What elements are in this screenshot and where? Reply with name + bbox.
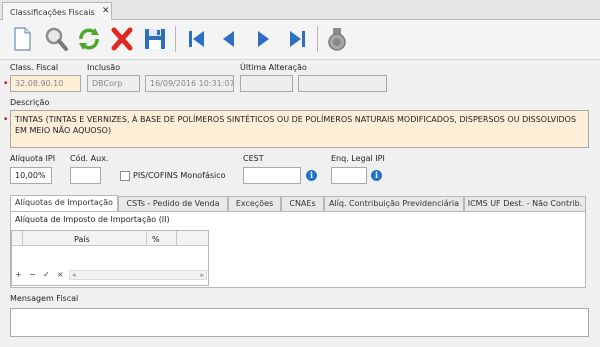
first-record-button[interactable] (183, 25, 211, 53)
grid-header: País % (12, 231, 208, 246)
inclusao-user-field: DBCorp (87, 75, 140, 92)
column-separator (146, 231, 147, 246)
aliquota-ipi-label: Alíquota IPI (10, 154, 56, 163)
required-marker: • (3, 115, 9, 125)
tab-icms-uf-dest[interactable]: ICMS UF Dest. - Não Contrib. (464, 196, 586, 211)
tab-excecoes[interactable]: Exceções (228, 196, 281, 211)
ultima-alteracao-datetime-field (298, 75, 387, 92)
cancel-row-button[interactable]: × (57, 270, 64, 279)
panel-title: Alíquota de Imposto de Importação (II) (15, 215, 170, 224)
cancel-icon (328, 28, 346, 51)
previous-record-button[interactable] (215, 25, 243, 53)
tab-csts-pedido-venda[interactable]: CSTs - Pedido de Venda (118, 196, 228, 211)
info-icon[interactable]: i (306, 170, 317, 181)
delete-button[interactable] (108, 25, 136, 53)
remove-row-button[interactable]: − (29, 270, 36, 279)
mensagem-fiscal-field[interactable] (10, 308, 589, 337)
last-record-icon (290, 31, 305, 47)
class-fiscal-label: Class. Fiscal (10, 63, 59, 72)
enq-legal-ipi-label: Enq. Legal IPI (331, 154, 385, 163)
toolbar-separator (317, 26, 318, 52)
document-tab-label: Classificações Fiscais (10, 8, 95, 17)
descricao-field[interactable]: TINTAS (TINTAS E VERNIZES, À BASE DE POL… (10, 110, 589, 148)
pis-cofins-checkbox[interactable] (120, 171, 130, 181)
pis-cofins-label: PIS/COFINS Monofásico (133, 171, 226, 180)
info-icon[interactable]: i (371, 170, 382, 181)
descricao-label: Descrição (10, 98, 50, 107)
confirm-row-button[interactable]: ✓ (43, 270, 50, 279)
column-separator (176, 231, 177, 246)
refresh-button[interactable] (75, 25, 103, 53)
tab-cnaes[interactable]: CNAEs (281, 196, 324, 211)
column-header-percent[interactable]: % (152, 235, 160, 244)
scroll-left-icon[interactable]: ◂ (72, 271, 76, 279)
ultima-alteracao-user-field (240, 75, 293, 92)
previous-record-icon (223, 31, 234, 47)
close-icon[interactable]: ✕ (102, 6, 110, 16)
inclusao-label: Inclusão (87, 63, 121, 72)
add-row-button[interactable]: + (15, 270, 22, 279)
search-button[interactable] (42, 25, 70, 53)
grid-scrollbar[interactable]: ◂ ▸ (69, 270, 207, 280)
ultima-alteracao-label: Última Alteração (240, 63, 307, 72)
tab-aliquotas-importacao[interactable]: Alíquotas de Importação (10, 195, 118, 212)
class-fiscal-field[interactable]: 32.08.90.10 (10, 75, 81, 92)
delete-icon (111, 27, 133, 51)
cest-field[interactable] (243, 167, 301, 184)
new-document-icon (14, 27, 31, 51)
cod-aux-label: Cód. Aux. (70, 154, 109, 163)
mensagem-fiscal-label: Mensagem Fiscal (10, 294, 79, 303)
save-button[interactable] (141, 25, 169, 53)
next-record-icon (258, 31, 269, 47)
inclusao-datetime-field: 16/09/2016 10:31:07 (145, 75, 234, 92)
next-record-button[interactable] (249, 25, 277, 53)
floppy-disk-icon (145, 29, 165, 49)
toolbar-separator (175, 26, 176, 52)
enq-legal-ipi-field[interactable] (331, 167, 367, 184)
cod-aux-field[interactable] (70, 167, 101, 184)
column-header-pais[interactable]: País (74, 235, 90, 244)
required-marker: • (3, 79, 9, 89)
cancel-button[interactable] (323, 25, 351, 53)
last-record-button[interactable] (283, 25, 311, 53)
tab-aliq-contribuicao-previdenciaria[interactable]: Alíq. Contribuição Previdenciária (324, 196, 464, 211)
refresh-icon (79, 28, 99, 50)
first-record-icon (189, 31, 204, 47)
document-tab[interactable]: Classificações Fiscais ✕ (2, 2, 112, 21)
new-document-button[interactable] (8, 25, 36, 53)
aliquota-ipi-field[interactable]: 10,00% (10, 167, 52, 184)
search-icon (45, 27, 68, 51)
scroll-right-icon[interactable]: ▸ (200, 271, 204, 279)
column-separator (22, 231, 23, 246)
cest-label: CEST (243, 154, 264, 163)
